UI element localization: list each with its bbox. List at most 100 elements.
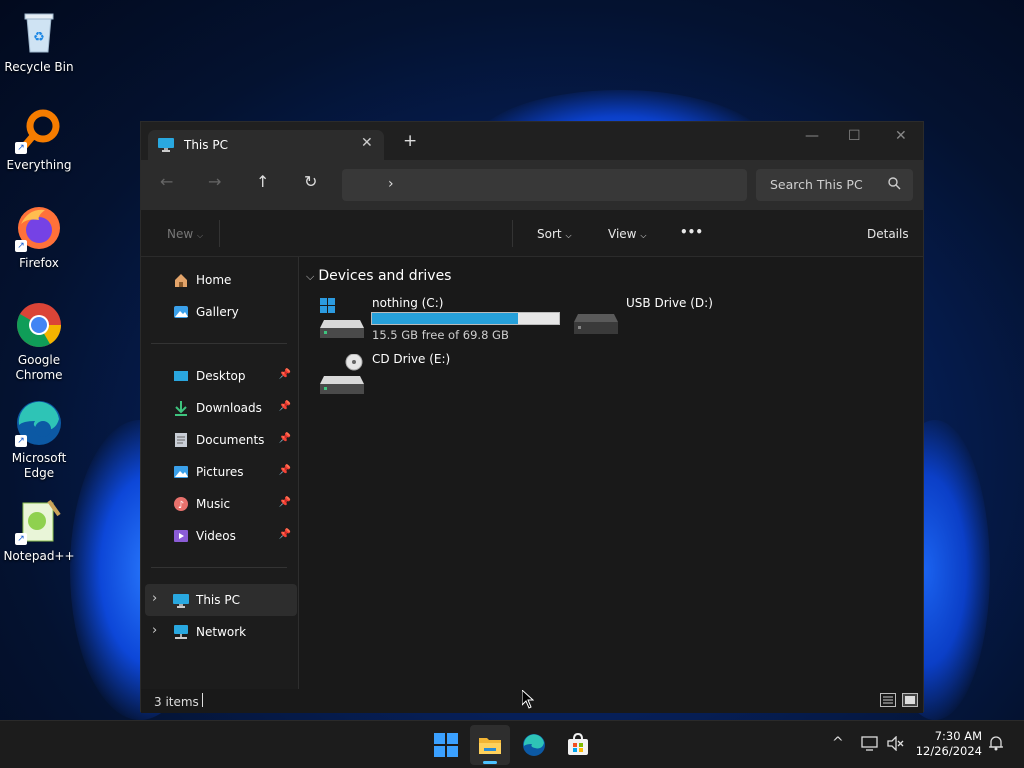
folder-icon <box>478 733 502 757</box>
drive-usage-fill <box>372 313 518 324</box>
nav-item-music[interactable]: ♪ Music 📌 <box>145 488 297 520</box>
desktop-icon-label: Notepad++ <box>3 549 75 563</box>
address-bar[interactable]: › <box>342 169 747 201</box>
text-caret <box>202 693 203 707</box>
desktop-icon-recycle-bin[interactable]: ♻ Recycle Bin <box>2 8 76 75</box>
chevron-down-icon: ⌵ <box>640 231 647 240</box>
notification-bell-icon[interactable] <box>989 735 1003 755</box>
everything-search-icon: ↗ <box>15 106 63 154</box>
active-indicator <box>483 761 497 764</box>
nav-item-pictures[interactable]: Pictures 📌 <box>145 456 297 488</box>
drive-free-space: 15.5 GB free of 69.8 GB <box>372 328 509 342</box>
tab-this-pc[interactable]: This PC ✕ <box>148 130 384 160</box>
nav-item-label: Desktop <box>196 369 246 383</box>
minimize-button[interactable]: — <box>805 128 819 144</box>
forward-button[interactable]: → <box>208 174 221 190</box>
pin-icon[interactable]: 📌 <box>279 497 291 508</box>
clock-time: 7:30 AM <box>934 729 982 743</box>
chevron-right-icon[interactable]: › <box>152 623 157 638</box>
desktop-icon-edge[interactable]: ↗ Microsoft Edge <box>2 399 76 481</box>
desktop-icon-label: Google Chrome <box>15 353 63 382</box>
drive-e[interactable]: CD Drive (E:) <box>320 350 520 400</box>
desktop-icon-chrome[interactable]: Google Chrome <box>2 301 76 383</box>
pin-icon[interactable]: 📌 <box>279 529 291 540</box>
usb-drive-icon <box>574 298 618 338</box>
desktop-icon-firefox[interactable]: ↗ Firefox <box>2 204 76 271</box>
pin-icon[interactable]: 📌 <box>279 433 291 444</box>
shortcut-arrow-icon: ↗ <box>15 142 27 154</box>
notepadpp-icon: ↗ <box>15 497 63 545</box>
search-icon <box>888 177 901 190</box>
search-box[interactable]: Search This PC <box>756 169 913 201</box>
nav-item-network[interactable]: › Network <box>145 616 297 648</box>
tab-close-icon[interactable]: ✕ <box>361 135 373 151</box>
pin-icon[interactable]: 📌 <box>279 465 291 476</box>
nav-item-desktop[interactable]: Desktop 📌 <box>145 360 297 392</box>
mouse-cursor-icon <box>521 688 535 712</box>
pin-icon[interactable]: 📌 <box>279 401 291 412</box>
up-button[interactable]: ↑ <box>256 174 269 190</box>
desktop-icon-everything[interactable]: ↗ Everything <box>2 106 76 173</box>
more-options-button[interactable]: ••• <box>680 225 703 239</box>
drive-d[interactable]: USB Drive (D:) <box>574 294 774 344</box>
close-window-button[interactable]: ✕ <box>895 128 907 144</box>
desktop-icon-label: Microsoft Edge <box>11 451 67 480</box>
sort-button[interactable]: Sort ⌵ <box>537 227 572 241</box>
details-button[interactable]: Details <box>867 227 909 241</box>
chrome-icon <box>15 301 63 349</box>
documents-icon <box>173 432 189 448</box>
view-label: View <box>608 227 637 241</box>
item-count: 3 items <box>154 695 199 709</box>
pictures-icon <box>173 464 189 480</box>
new-tab-button[interactable]: + <box>403 133 417 150</box>
title-bar[interactable]: This PC ✕ + — ☐ ✕ <box>141 122 923 160</box>
nav-item-label: This PC <box>196 593 240 607</box>
nav-item-videos[interactable]: Videos 📌 <box>145 520 297 552</box>
start-button[interactable] <box>426 725 466 765</box>
windows-logo-icon <box>434 733 458 757</box>
chevron-down-icon: ⌵ <box>565 231 572 240</box>
details-view-icon[interactable] <box>880 693 896 707</box>
file-explorer-window: This PC ✕ + — ☐ ✕ ← → ↑ ↻ › Search This … <box>140 121 924 713</box>
maximize-button[interactable]: ☐ <box>848 128 861 144</box>
firefox-icon: ↗ <box>15 204 63 252</box>
cd-drive-icon <box>320 353 364 394</box>
chevron-right-icon[interactable]: › <box>152 591 157 606</box>
show-hidden-icons-button[interactable]: ^ <box>832 735 844 751</box>
command-bar: New ⌵ Sort ⌵ View ⌵ ••• Details <box>141 210 923 257</box>
back-button[interactable]: ← <box>160 174 173 190</box>
large-icons-view-icon[interactable] <box>902 693 918 707</box>
desktop-icon-label: Everything <box>6 158 72 172</box>
sort-label: Sort <box>537 227 562 241</box>
view-button[interactable]: View ⌵ <box>608 227 646 241</box>
new-button[interactable]: New ⌵ <box>167 227 203 241</box>
taskbar-file-explorer[interactable] <box>470 725 510 765</box>
drive-name: CD Drive (E:) <box>372 352 451 366</box>
pin-icon[interactable]: 📌 <box>279 369 291 380</box>
taskbar-store[interactable] <box>558 725 598 765</box>
network-status-icon[interactable] <box>861 736 878 755</box>
taskbar-edge[interactable] <box>514 725 554 765</box>
divider <box>219 220 220 247</box>
network-icon <box>173 624 189 640</box>
nav-item-label: Gallery <box>196 305 239 319</box>
refresh-button[interactable]: ↻ <box>304 174 317 190</box>
edge-icon: ↗ <box>15 399 63 447</box>
group-header-devices[interactable]: ⌵ Devices and drives <box>306 268 451 284</box>
system-clock[interactable]: 7:30 AM 12/26/2024 <box>912 729 982 759</box>
gallery-icon <box>173 304 189 320</box>
breadcrumb-chevron-icon[interactable]: › <box>388 176 394 192</box>
divider <box>151 567 287 568</box>
nav-item-downloads[interactable]: Downloads 📌 <box>145 392 297 424</box>
desktop-icon-notepadpp[interactable]: ↗ Notepad++ <box>2 497 76 564</box>
download-icon <box>173 400 189 416</box>
nav-item-documents[interactable]: Documents 📌 <box>145 424 297 456</box>
drive-c[interactable]: nothing (C:) 15.5 GB free of 69.8 GB <box>320 294 570 344</box>
drive-name: USB Drive (D:) <box>626 296 713 310</box>
nav-item-home[interactable]: Home <box>145 264 297 296</box>
nav-item-gallery[interactable]: Gallery <box>145 296 297 328</box>
volume-muted-icon[interactable] <box>887 735 904 755</box>
nav-item-label: Documents <box>196 433 265 447</box>
nav-item-this-pc[interactable]: › This PC <box>145 584 297 616</box>
videos-icon <box>173 528 189 544</box>
